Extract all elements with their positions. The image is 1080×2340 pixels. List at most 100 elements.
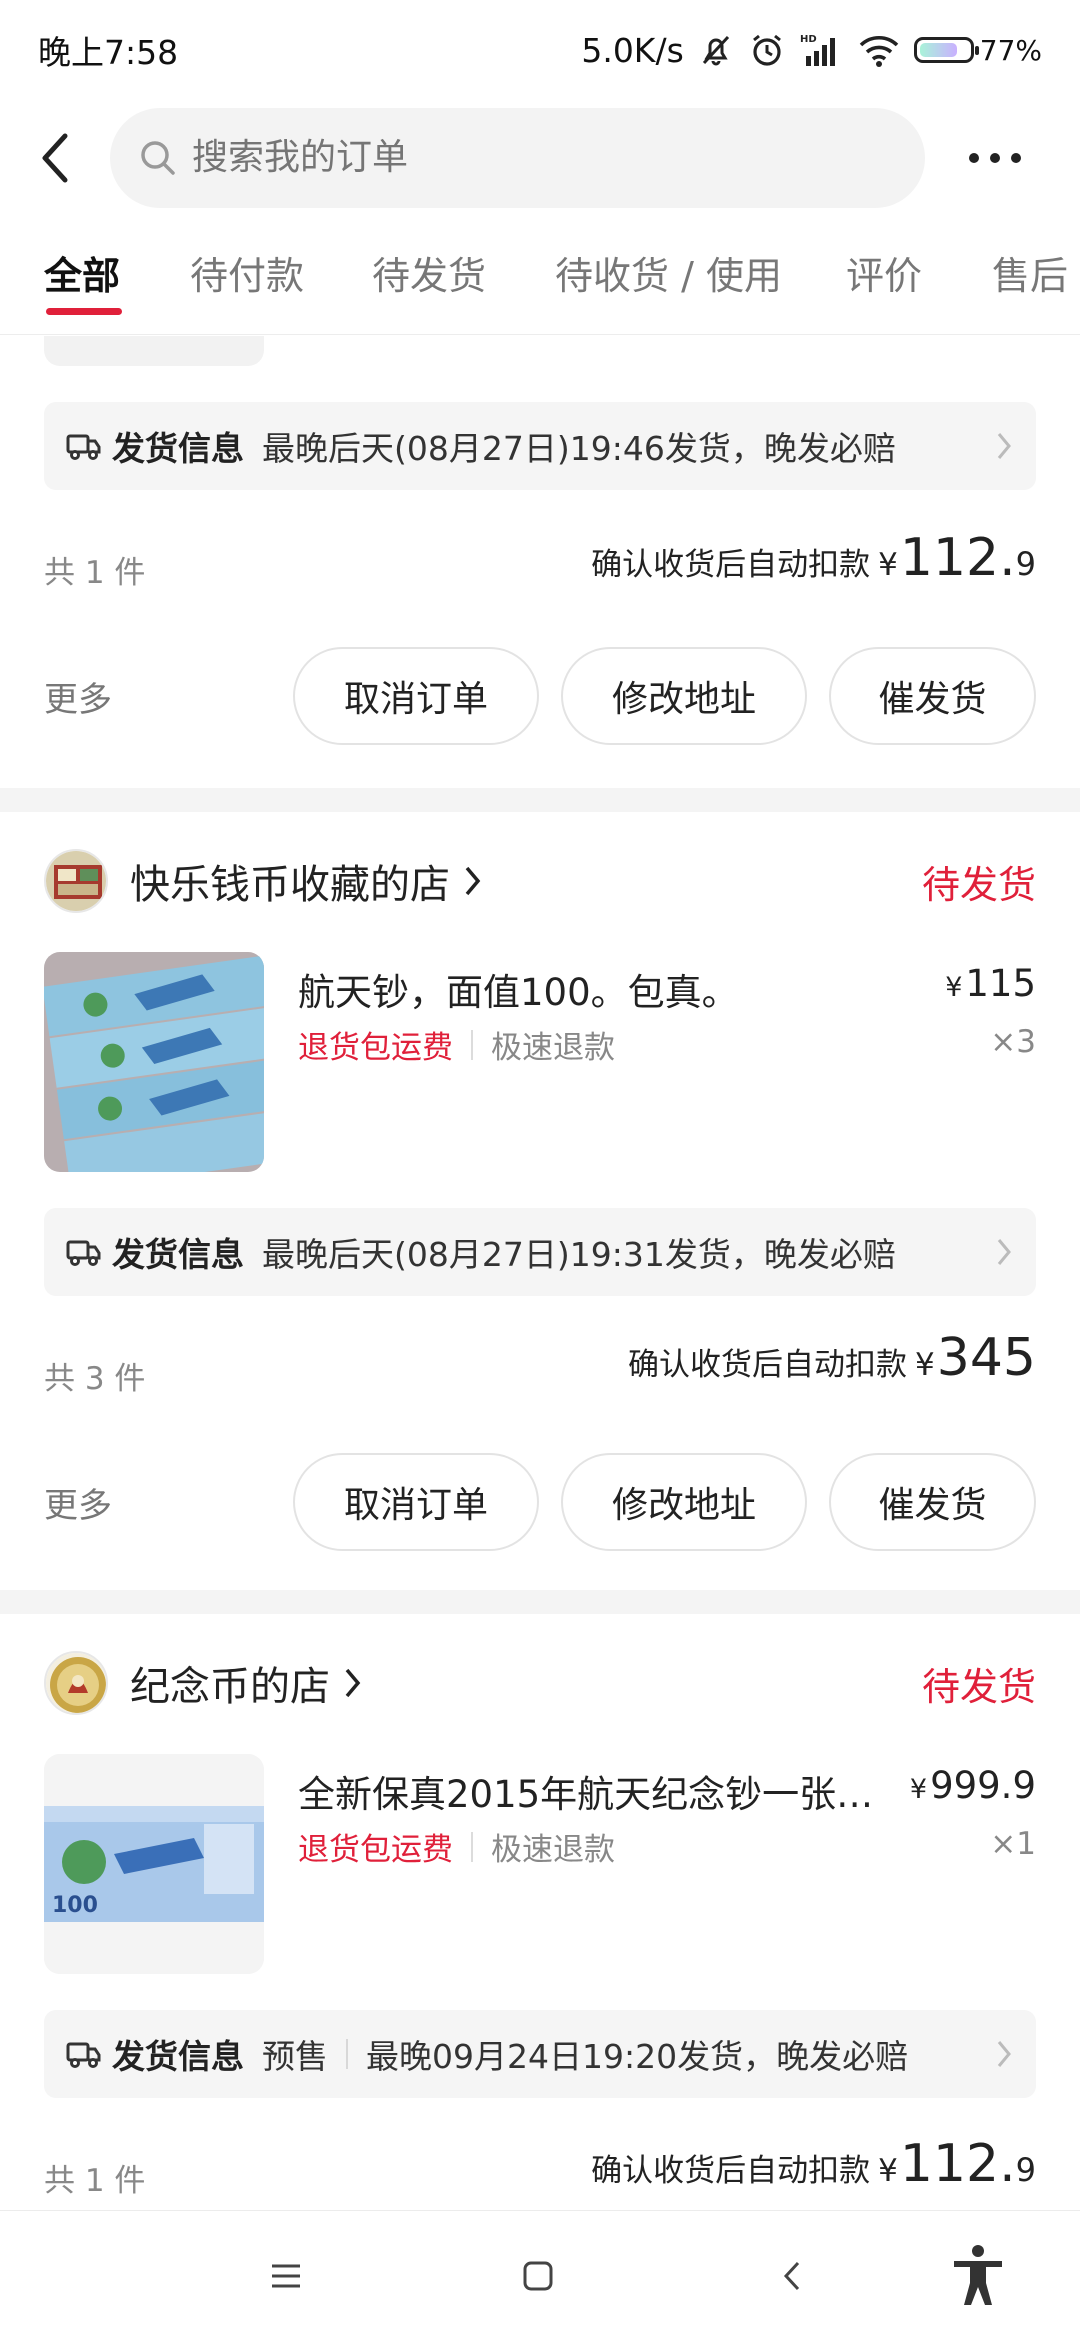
menu-button[interactable] xyxy=(256,2246,316,2306)
search-input[interactable] xyxy=(192,137,792,178)
wifi-icon xyxy=(859,35,899,67)
tab-after-sales[interactable]: 售后 xyxy=(992,245,1068,300)
order-status: 待发货 xyxy=(921,862,1036,907)
status-time: 晚上7:58 xyxy=(38,33,179,72)
shipping-text: 最晚后天(08月27日)19:46发货，晚发必赔 xyxy=(262,429,896,468)
shipping-text: 最晚后天(08月27日)19:31发货，晚发必赔 xyxy=(262,1235,896,1274)
shop-header[interactable]: 快乐钱币收藏的店 待发货 xyxy=(44,846,1036,916)
shop-header[interactable]: 纪念币的店 待发货 xyxy=(44,1648,1036,1718)
header xyxy=(0,100,1080,215)
item-count: 共 1 件 xyxy=(44,2163,146,2199)
total-label: 确认收货后自动扣款 xyxy=(591,547,871,583)
shipping-info-bar[interactable]: 发货信息 最晚后天(08月27日)19:31发货，晚发必赔 xyxy=(44,1208,1036,1296)
urge-shipment-button[interactable]: 催发货 xyxy=(829,647,1036,745)
order-total: 确认收货后自动扣款 ¥ 112. 9 xyxy=(591,2134,1036,2194)
order-list[interactable]: 发货信息 最晚后天(08月27日)19:46发货，晚发必赔 共 1 件 确认收货… xyxy=(0,336,1080,2210)
product-title[interactable]: 航天钞，面值100。包真。 xyxy=(298,962,888,1016)
more-dot xyxy=(990,152,1000,163)
order-status: 待发货 xyxy=(921,1664,1036,1709)
price-currency: ¥ xyxy=(909,1774,928,1805)
product-price: ¥115 xyxy=(945,962,1036,1005)
battery-percent: 77% xyxy=(979,33,1042,67)
system-navigation-bar xyxy=(0,2210,1080,2340)
back-arrow-icon xyxy=(42,133,68,182)
more-link[interactable]: 更多 xyxy=(44,1478,112,1527)
total-amount: 112. xyxy=(899,528,1016,588)
order-card: 发货信息 最晚后天(08月27日)19:46发货，晚发必赔 共 1 件 确认收货… xyxy=(0,336,1080,788)
product-image[interactable]: 100 xyxy=(44,1754,264,1974)
order-card: 快乐钱币收藏的店 待发货 航天钞，面值100。包真。 退货包运费 极速退款 ¥1… xyxy=(0,812,1080,1590)
shipping-label: 发货信息 xyxy=(112,2037,244,2076)
cancel-order-button[interactable]: 取消订单 xyxy=(293,1453,539,1551)
order-total: 确认收货后自动扣款 ¥ 345 xyxy=(628,1328,1036,1388)
cancel-order-button[interactable]: 取消订单 xyxy=(293,647,539,745)
home-square-icon xyxy=(523,2261,553,2291)
truck-icon xyxy=(66,1240,101,1266)
system-back-button[interactable] xyxy=(762,2246,822,2306)
total-amount: 345 xyxy=(936,1328,1036,1388)
shipping-info-bar[interactable]: 发货信息 预售 最晚09月24日19:20发货，晚发必赔 xyxy=(44,2010,1036,2098)
truck-icon xyxy=(66,2042,101,2068)
total-decimal: 9 xyxy=(1015,545,1036,583)
search-bar[interactable] xyxy=(110,107,925,208)
currency-symbol: ¥ xyxy=(878,2153,898,2189)
free-return-tag: 退货包运费 xyxy=(298,1030,453,1066)
product-title[interactable]: 全新保真2015年航天纪念钞一张… xyxy=(298,1764,888,1818)
shipping-text: 最晚09月24日19:20发货，晚发必赔 xyxy=(366,2037,909,2076)
product-tags: 退货包运费 极速退款 xyxy=(298,1824,615,1869)
presale-tag: 预售 xyxy=(262,2037,328,2076)
product-image-partial xyxy=(44,336,264,366)
fast-refund-tag: 极速退款 xyxy=(491,1030,615,1066)
tab-pending-shipment[interactable]: 待发货 xyxy=(372,245,486,300)
tab-pending-receipt[interactable]: 待收货 / 使用 xyxy=(555,245,782,300)
shop-avatar xyxy=(44,1651,108,1715)
tag-separator xyxy=(471,1831,473,1862)
product-image[interactable] xyxy=(44,952,264,1172)
urge-shipment-button[interactable]: 催发货 xyxy=(829,1453,1036,1551)
more-link[interactable]: 更多 xyxy=(44,672,112,721)
change-address-button[interactable]: 修改地址 xyxy=(561,1453,807,1551)
back-chevron-icon xyxy=(783,2261,800,2291)
total-decimal: 9 xyxy=(1015,2151,1036,2189)
back-button[interactable] xyxy=(0,100,110,215)
tab-pending-payment[interactable]: 待付款 xyxy=(190,245,304,300)
free-return-tag: 退货包运费 xyxy=(298,1832,453,1868)
change-address-button[interactable]: 修改地址 xyxy=(561,647,807,745)
tab-all[interactable]: 全部 xyxy=(44,245,120,300)
svg-text:HD: HD xyxy=(800,34,817,45)
mute-bell-icon xyxy=(702,35,729,66)
chevron-right-icon xyxy=(345,1668,361,1698)
net-speed: 5.0K/s xyxy=(581,30,684,70)
total-label: 确认收货后自动扣款 xyxy=(591,2153,871,2189)
card-divider xyxy=(0,1590,1080,1614)
tab-reviews[interactable]: 评价 xyxy=(846,245,922,300)
item-count: 共 3 件 xyxy=(44,1361,146,1397)
product-quantity: ×3 xyxy=(990,1024,1036,1060)
chevron-right-icon xyxy=(997,2041,1011,2067)
shop-avatar xyxy=(44,849,108,913)
battery-icon: 77% xyxy=(913,33,1042,67)
shipping-label: 发货信息 xyxy=(112,429,244,468)
order-total: 确认收货后自动扣款 ¥ 112. 9 xyxy=(591,528,1036,588)
currency-symbol: ¥ xyxy=(915,1347,935,1383)
price-currency: ¥ xyxy=(945,972,963,1003)
active-tab-indicator xyxy=(46,308,122,315)
shipping-label: 发货信息 xyxy=(112,1235,244,1274)
card-divider xyxy=(0,788,1080,812)
search-icon xyxy=(141,140,175,175)
more-options-button[interactable] xyxy=(925,100,1065,215)
price-value: 999.9 xyxy=(930,1764,1036,1807)
product-quantity: ×1 xyxy=(990,1826,1036,1862)
shipping-info-bar[interactable]: 发货信息 最晚后天(08月27日)19:46发货，晚发必赔 xyxy=(44,402,1036,490)
status-bar: 晚上7:58 5.0K/s HD 77% xyxy=(0,0,1080,100)
accessibility-icon xyxy=(954,2245,1002,2305)
shop-name: 纪念币的店 xyxy=(130,1664,330,1710)
home-button[interactable] xyxy=(508,2246,568,2306)
order-tabs: 全部 待付款 待发货 待收货 / 使用 评价 售后 xyxy=(0,225,1080,335)
shop-name: 快乐钱币收藏的店 xyxy=(130,862,450,908)
chevron-right-icon xyxy=(465,866,481,896)
truck-icon xyxy=(66,434,101,460)
price-value: 115 xyxy=(965,962,1036,1005)
more-dots-icon xyxy=(969,152,979,163)
accessibility-button[interactable] xyxy=(946,2243,1010,2307)
